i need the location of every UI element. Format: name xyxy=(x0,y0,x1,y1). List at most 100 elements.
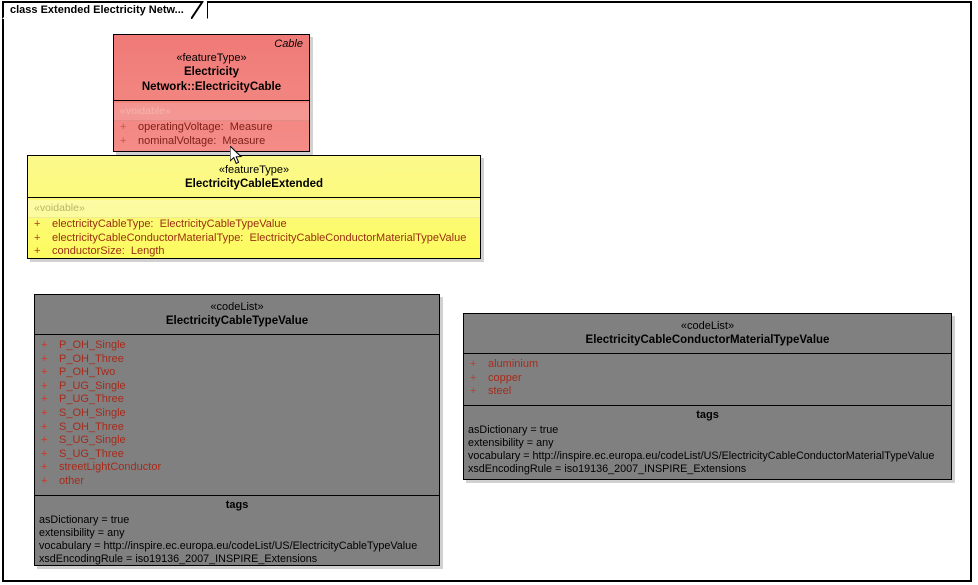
codelist-value-name: S_OH_Three xyxy=(59,420,124,433)
attribute-row[interactable]: + electricityCableType: ElectricityCableT… xyxy=(28,218,480,232)
attribute-type: ElectricityCableConductorMaterialTypeVal… xyxy=(249,231,467,244)
class-stereotype: «codeList» xyxy=(680,320,735,332)
codelist-value-row[interactable]: + copper xyxy=(464,372,951,386)
class-header-electricity-cable-type-value: «codeList» ElectricityCableTypeValue xyxy=(35,295,439,334)
visibility-marker: + xyxy=(41,474,48,487)
visibility-marker: + xyxy=(41,420,48,433)
codelist-value-row[interactable]: + P_UG_Three xyxy=(35,393,439,407)
visibility-marker: + xyxy=(41,461,48,474)
values-compartment-conductor: + aluminium + copper + steel xyxy=(464,353,951,405)
visibility-marker: + xyxy=(41,434,48,447)
class-name: ElectricityCableExtended xyxy=(184,178,324,190)
visibility-marker: + xyxy=(34,245,41,258)
codelist-value-name: steel xyxy=(488,385,512,398)
tag-row: extensibility = any xyxy=(39,526,125,539)
attribute-type: Length xyxy=(130,245,165,258)
visibility-marker: + xyxy=(41,447,48,460)
visibility-marker: + xyxy=(41,406,48,419)
visibility-marker: + xyxy=(41,393,48,406)
class-corner-label-cable: Cable xyxy=(274,38,303,50)
attribute-row[interactable]: + electricityCableConductorMaterialType: … xyxy=(28,232,480,246)
attributes-compartment-cable: «voidable» + operatingVoltage: Measure + n… xyxy=(114,100,309,152)
codelist-value-name: other xyxy=(59,474,85,487)
class-header-conductor-material-type-value: «codeList» ElectricityCableConductorMate… xyxy=(464,314,951,353)
attribute-row[interactable]: + operatingVoltage: Measure xyxy=(114,121,309,135)
voidable-label: «voidable» xyxy=(114,103,309,121)
tag-row: xsdEncodingRule = iso19136_2007_INSPIRE_… xyxy=(39,553,318,566)
visibility-marker: + xyxy=(470,358,477,370)
class-box-electricity-cable-extended[interactable]: «featureType» ElectricityCableExtended «… xyxy=(27,155,481,259)
attribute-row[interactable]: + conductorSize: Length xyxy=(28,245,480,259)
diagram-tab[interactable]: class Extended Electricity Netw... xyxy=(2,1,208,19)
codelist-value-row[interactable]: + S_OH_Single xyxy=(35,407,439,421)
visibility-marker: + xyxy=(34,231,41,244)
attribute-row[interactable]: + nominalVoltage: Measure xyxy=(114,135,309,149)
codelist-value-row[interactable]: + S_UG_Three xyxy=(35,448,439,462)
voidable-label: «voidable» xyxy=(28,200,480,218)
class-stereotype: «codeList» xyxy=(210,301,264,313)
codelist-value-name: S_OH_Single xyxy=(59,406,126,419)
visibility-marker: + xyxy=(120,121,127,133)
codelist-value-name: P_UG_Single xyxy=(59,379,126,392)
attribute-type: Measure xyxy=(222,134,266,147)
tab-slant-edge xyxy=(190,1,207,19)
class-header-electricity-cable: Cable «featureType» Electricity Network:… xyxy=(114,35,309,100)
tags-title: tags xyxy=(225,498,249,511)
visibility-marker: + xyxy=(41,339,48,351)
diagram-canvas[interactable]: Cable «featureType» Electricity Network:… xyxy=(2,1,972,582)
attribute-name: electricityCableConductorMaterialType: xyxy=(52,231,244,244)
codelist-value-row[interactable]: + P_OH_Single xyxy=(35,339,439,353)
class-box-electricity-cable[interactable]: Cable «featureType» Electricity Network:… xyxy=(113,34,310,152)
visibility-marker: + xyxy=(41,366,48,379)
attribute-type: Measure xyxy=(229,121,273,133)
codelist-value-row[interactable]: + P_OH_Three xyxy=(35,353,439,367)
attributes-compartment-extended: «voidable» + electricityCableType: Electr… xyxy=(28,197,480,263)
visibility-marker: + xyxy=(470,371,477,384)
codelist-value-name: P_OH_Three xyxy=(59,352,124,365)
codelist-value-row[interactable]: + other xyxy=(35,475,439,489)
tag-row: asDictionary = true xyxy=(39,513,130,526)
attribute-name: operatingVoltage: xyxy=(138,121,224,133)
codelist-value-name: aluminium xyxy=(488,358,539,370)
attribute-type: ElectricityCableTypeValue xyxy=(159,218,287,230)
codelist-value-name: P_UG_Three xyxy=(59,393,124,406)
codelist-value-row[interactable]: + P_OH_Two xyxy=(35,366,439,380)
codelist-value-row[interactable]: + steel xyxy=(464,385,951,399)
tag-row: vocabulary = http://inspire.ec.europa.eu… xyxy=(468,450,935,463)
visibility-marker: + xyxy=(34,218,41,230)
diagram-tab-label: class Extended Electricity Netw... xyxy=(10,4,184,16)
codelist-value-row[interactable]: + S_UG_Single xyxy=(35,434,439,448)
tag-row: extensibility = any xyxy=(468,436,554,449)
codelist-value-name: copper xyxy=(488,371,522,384)
codelist-value-name: S_UG_Three xyxy=(59,447,124,460)
codelist-value-name: S_UG_Single xyxy=(59,434,126,447)
visibility-marker: + xyxy=(41,379,48,392)
codelist-value-row[interactable]: + aluminium xyxy=(464,358,951,372)
tags-compartment-conductor: tags asDictionary = true extensibility =… xyxy=(464,404,951,481)
attribute-name: nominalVoltage: xyxy=(138,134,217,147)
tag-row: xsdEncodingRule = iso19136_2007_INSPIRE_… xyxy=(468,463,747,476)
codelist-value-row[interactable]: + streetLightConductor xyxy=(35,461,439,475)
attribute-name: conductorSize: xyxy=(52,245,125,258)
tags-compartment-cable-type: tags asDictionary = true extensibility =… xyxy=(35,494,439,571)
class-stereotype: «featureType» xyxy=(218,164,290,176)
codelist-value-name: streetLightConductor xyxy=(59,461,162,474)
values-compartment-cable-type: + P_OH_Single + P_OH_Three + P_OH_Two + P_UG… xyxy=(35,334,439,495)
codelist-value-name: P_OH_Single xyxy=(59,339,126,351)
tag-row: asDictionary = true xyxy=(468,423,559,436)
class-box-electricity-cable-type-value[interactable]: «codeList» ElectricityCableTypeValue + P_… xyxy=(34,294,440,566)
visibility-marker: + xyxy=(41,352,48,365)
class-name: Electricity Network::ElectricityCable xyxy=(141,66,282,93)
codelist-value-row[interactable]: + P_UG_Single xyxy=(35,380,439,394)
tag-row: vocabulary = http://inspire.ec.europa.eu… xyxy=(39,539,418,552)
class-header-electricity-cable-extended: «featureType» ElectricityCableExtended xyxy=(28,156,480,197)
codelist-value-row[interactable]: + S_OH_Three xyxy=(35,421,439,435)
attribute-name: electricityCableType: xyxy=(52,218,154,230)
codelist-value-name: P_OH_Two xyxy=(59,366,116,379)
visibility-marker: + xyxy=(470,385,477,398)
tags-title: tags xyxy=(696,408,719,421)
class-box-conductor-material-type-value[interactable]: «codeList» ElectricityCableConductorMate… xyxy=(463,313,952,480)
class-stereotype: «featureType» xyxy=(176,52,247,64)
visibility-marker: + xyxy=(120,134,127,147)
class-name: ElectricityCableTypeValue xyxy=(165,315,309,327)
